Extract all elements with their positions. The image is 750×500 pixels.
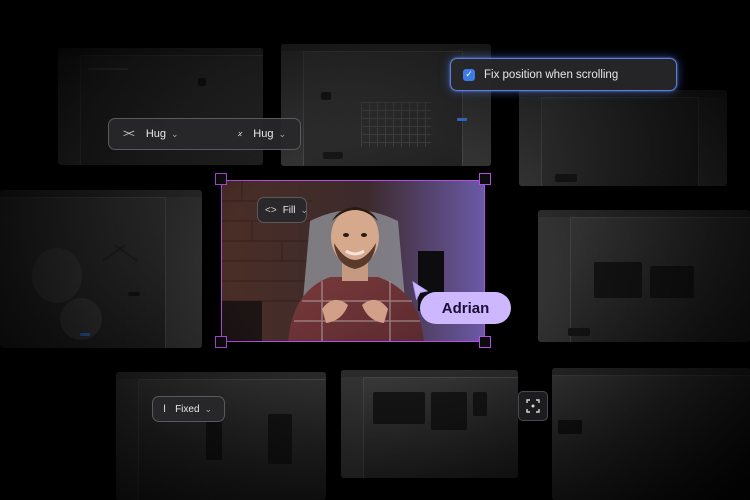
resize-handle-top-left[interactable]: [215, 173, 227, 185]
width-hug-label: Hug: [145, 128, 167, 140]
fix-position-toggle[interactable]: ✓ Fix position when scrolling: [450, 58, 677, 91]
resize-handle-bottom-left[interactable]: [215, 336, 227, 348]
text-cursor-icon: I: [163, 403, 167, 415]
chevron-down-icon: ⌄: [278, 128, 286, 139]
horizontal-hug-icon: ><: [123, 128, 135, 140]
code-brackets-icon: <>: [265, 204, 277, 216]
canvas: Adrian >< Hug ⌄ ⌄ ⌄ Hug ⌄ <> Fill ⌄ I Fix…: [0, 0, 750, 500]
vertical-hug-icon: ⌄ ⌄: [236, 126, 244, 143]
chevron-down-icon: ⌄: [204, 403, 213, 414]
height-hug-label: Hug: [253, 128, 274, 140]
name-badge: Adrian: [420, 292, 511, 324]
screenshot-tile: [538, 210, 750, 342]
resize-handle-top-right[interactable]: [479, 173, 491, 185]
hug-size-control: >< Hug ⌄ ⌄ ⌄ Hug ⌄: [108, 118, 301, 150]
focus-frame-button[interactable]: [518, 391, 548, 421]
fixed-label: Fixed: [175, 403, 200, 415]
name-badge-label: Adrian: [441, 299, 490, 317]
chevron-down-icon: ⌄: [300, 204, 309, 215]
fill-label: Fill: [282, 204, 296, 216]
checkbox-checked-icon[interactable]: ✓: [463, 68, 475, 81]
fill-dropdown[interactable]: <> Fill ⌄: [257, 197, 309, 223]
screenshot-tile: [0, 190, 202, 348]
screenshot-tile: [519, 90, 727, 186]
screenshot-tile: [116, 372, 326, 500]
focus-frame-icon: [526, 399, 540, 413]
height-hug-dropdown[interactable]: ⌄ ⌄ Hug ⌄: [236, 126, 286, 143]
screenshot-tile: [341, 370, 518, 478]
resize-handle-bottom-right[interactable]: [479, 336, 491, 348]
screenshot-tile: [552, 368, 750, 500]
fixed-dropdown[interactable]: I Fixed ⌄: [152, 396, 225, 422]
chevron-down-icon: ⌄: [171, 128, 179, 139]
fix-position-label: Fix position when scrolling: [484, 68, 619, 81]
width-hug-dropdown[interactable]: >< Hug ⌄: [123, 128, 179, 140]
